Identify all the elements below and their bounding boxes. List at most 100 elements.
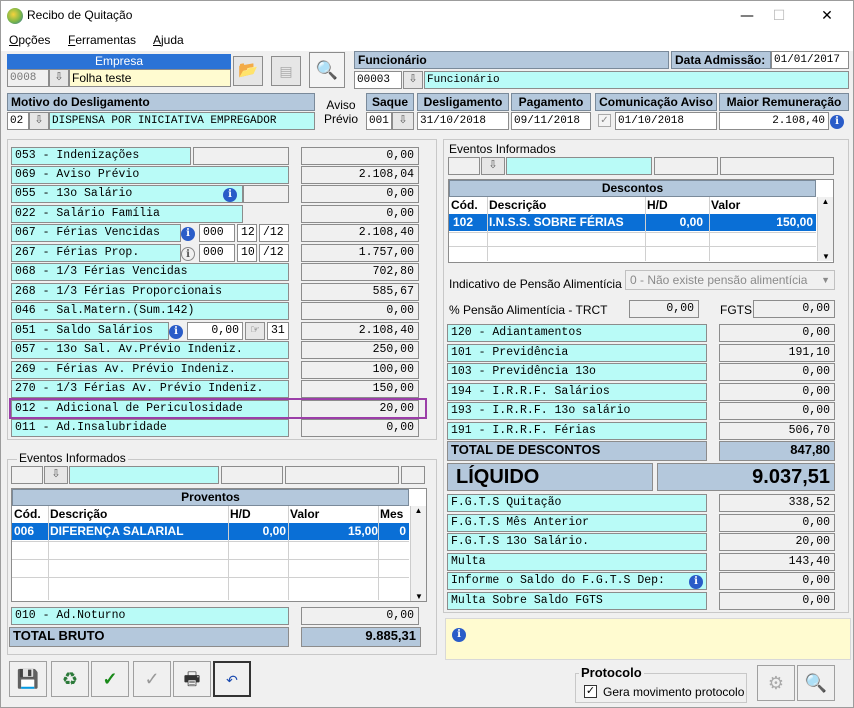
admissao-field[interactable]: 01/01/2017	[771, 51, 849, 69]
maior-remuneracao-field[interactable]: 2.108,40	[719, 112, 829, 130]
eventos-left-desc[interactable]	[69, 466, 219, 484]
left-row-value[interactable]: 0,00	[301, 302, 419, 320]
left-row-value[interactable]: 0,00	[301, 147, 419, 165]
right-row-value[interactable]: 506,70	[719, 421, 835, 440]
info-outline-icon[interactable]: i	[181, 246, 195, 261]
gear-icon[interactable]: ⚙	[757, 665, 795, 701]
total-descontos-label: TOTAL DE DESCONTOS	[447, 441, 707, 461]
right-row-value[interactable]: 0,00	[719, 363, 835, 381]
fgts-row-value[interactable]: 338,52	[719, 494, 835, 512]
left-row-extra[interactable]	[193, 147, 289, 165]
scrollbar[interactable]: ▲ ▼	[410, 506, 426, 601]
empresa-name[interactable]: Folha teste	[69, 69, 231, 87]
left-row-value[interactable]: 2.108,40	[301, 322, 419, 340]
empresa-label: Empresa	[7, 54, 231, 69]
pensao-select[interactable]: 0 - Não existe pensão alimentícia ▼	[625, 270, 835, 290]
eventos-right-valor[interactable]	[720, 157, 834, 175]
left-row-value[interactable]: 1.757,00	[301, 244, 419, 262]
motivo-field[interactable]: DISPENSA POR INICIATIVA EMPREGADOR	[49, 112, 315, 130]
search-icon[interactable]: 🔍	[309, 52, 345, 88]
comunicacao-field[interactable]: 01/10/2018	[615, 112, 717, 130]
left-row-value[interactable]: 2.108,04	[301, 166, 419, 184]
noturno-value[interactable]: 0,00	[301, 607, 419, 625]
fgts-row-value[interactable]: 0,00	[719, 572, 835, 591]
left-row-a[interactable]: 0,00	[187, 322, 243, 340]
eventos-right-lookup[interactable]: ⇩	[481, 157, 505, 175]
left-row-value[interactable]: 250,00	[301, 341, 419, 359]
left-row-value[interactable]: 0,00	[301, 185, 419, 203]
empresa-code[interactable]: 0008	[7, 69, 49, 87]
info-icon[interactable]: i	[830, 114, 844, 129]
left-row-a[interactable]: 000	[199, 244, 235, 262]
maximize-button[interactable]: ☐	[765, 5, 793, 27]
hand-icon[interactable]: ☞	[245, 322, 265, 340]
eventos-right-code[interactable]	[448, 157, 480, 175]
descontos-col-header: Cód.	[451, 198, 478, 212]
comunicacao-checkbox[interactable]: ✓	[598, 114, 611, 127]
minimize-button[interactable]: —	[733, 5, 761, 27]
menu-opcoes[interactable]: Opções	[9, 33, 50, 47]
fgts-row-value[interactable]: 0,00	[719, 592, 835, 610]
left-row-value[interactable]: 0,00	[301, 419, 419, 437]
confirm-button[interactable]: ✓	[91, 661, 129, 697]
recycle-button[interactable]: ♻	[51, 661, 89, 697]
saque-field[interactable]: 001	[366, 112, 392, 130]
menu-ajuda[interactable]: Ajuda	[153, 33, 184, 47]
search-user-icon[interactable]: 🔍	[797, 665, 835, 701]
funcionario-name[interactable]: Funcionário	[424, 71, 849, 89]
info-icon[interactable]: i	[169, 324, 183, 339]
left-row-a[interactable]: 000	[199, 224, 235, 242]
eventos-left-valor[interactable]	[285, 466, 399, 484]
empresa-lookup-button[interactable]: ⇩	[49, 69, 69, 87]
desligamento-field[interactable]: 31/10/2018	[417, 112, 509, 130]
check-button[interactable]: ✓	[133, 661, 171, 697]
info-icon[interactable]: i	[223, 187, 237, 202]
right-row-value[interactable]: 0,00	[719, 402, 835, 420]
proventos-col-header: Descrição	[50, 507, 108, 521]
descontos-row-selected[interactable]: 102 I.N.S.S. SOBRE FÉRIAS 0,00 150,00	[449, 214, 816, 231]
undo-button[interactable]: ↶	[213, 661, 251, 697]
left-row-label: 055 - 13o Salário	[11, 185, 243, 203]
eventos-right-hd[interactable]	[654, 157, 718, 175]
fgts-row-value[interactable]: 143,40	[719, 552, 835, 571]
left-row-b[interactable]: 31	[267, 322, 289, 340]
fgts-field[interactable]: 0,00	[753, 300, 835, 318]
pensao-pct-field[interactable]: 0,00	[629, 300, 699, 318]
funcionario-lookup-button[interactable]: ⇩	[403, 71, 423, 89]
open-folder-icon[interactable]: 📂	[233, 56, 263, 86]
left-row-value[interactable]: 2.108,40	[301, 224, 419, 242]
save-button[interactable]: 💾	[9, 661, 47, 697]
motivo-lookup-button[interactable]: ⇩	[29, 112, 49, 130]
motivo-code[interactable]: 02	[7, 112, 29, 130]
document-icon[interactable]: ▤	[271, 56, 301, 86]
saque-lookup-button[interactable]: ⇩	[392, 112, 414, 130]
pagamento-field[interactable]: 09/11/2018	[511, 112, 591, 130]
protocolo-checkbox[interactable]: ✓	[584, 685, 597, 698]
eventos-left-mes[interactable]	[401, 466, 425, 484]
funcionario-code[interactable]: 00003	[354, 71, 402, 89]
proventos-row-selected[interactable]: 006 DIFERENÇA SALARIAL 0,00 15,00 0	[12, 523, 409, 540]
left-row-value[interactable]: 702,80	[301, 263, 419, 281]
fgts-row-value[interactable]: 20,00	[719, 533, 835, 552]
left-row-b[interactable]: 12	[237, 224, 257, 242]
print-button[interactable]: 🖶	[173, 661, 211, 697]
close-button[interactable]: ✕	[813, 5, 841, 27]
eventos-left-hd[interactable]	[221, 466, 283, 484]
right-row-value[interactable]: 0,00	[719, 382, 835, 401]
eventos-left-code[interactable]	[11, 466, 43, 484]
right-row-value[interactable]: 0,00	[719, 324, 835, 342]
info-icon[interactable]: i	[181, 226, 195, 241]
right-row-value[interactable]: 191,10	[719, 343, 835, 362]
info-icon[interactable]: i	[689, 574, 703, 590]
eventos-right-desc[interactable]	[506, 157, 652, 175]
left-row-value[interactable]: 0,00	[301, 205, 419, 223]
scrollbar[interactable]: ▲ ▼	[817, 197, 833, 261]
left-row-value[interactable]: 100,00	[301, 361, 419, 379]
left-row-b[interactable]: 10	[237, 244, 257, 262]
fgts-row-value[interactable]: 0,00	[719, 513, 835, 532]
left-row-value[interactable]: 150,00	[301, 380, 419, 398]
menu-ferramentas[interactable]: Ferramentas	[68, 33, 136, 47]
left-row-extra[interactable]	[243, 185, 289, 203]
left-row-value[interactable]: 585,67	[301, 283, 419, 301]
eventos-left-lookup[interactable]: ⇩	[44, 466, 68, 484]
